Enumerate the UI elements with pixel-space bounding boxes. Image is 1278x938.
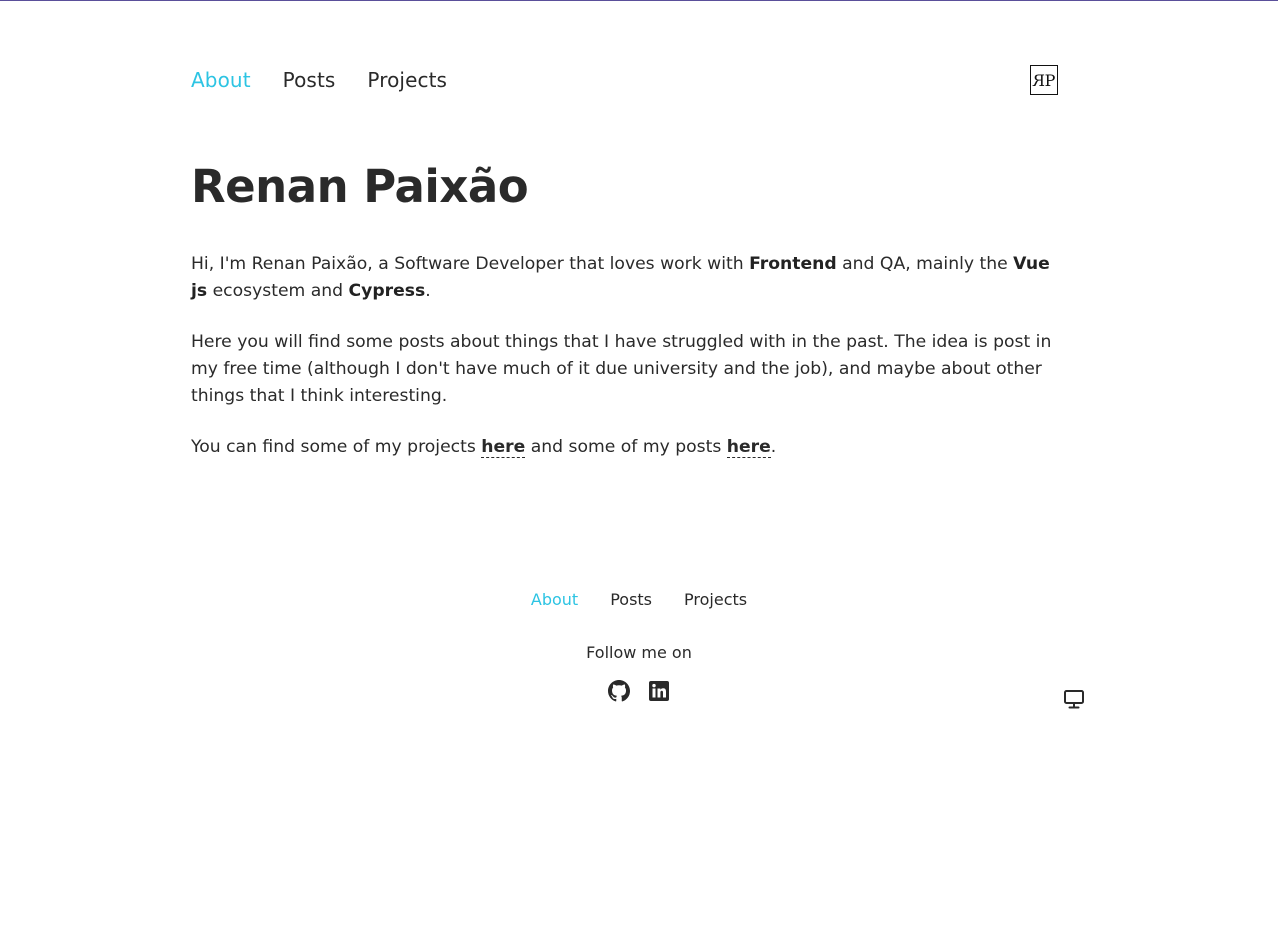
- nav-posts[interactable]: Posts: [283, 68, 336, 92]
- github-icon[interactable]: [608, 680, 630, 702]
- nav-projects[interactable]: Projects: [367, 68, 447, 92]
- links-text-3: .: [770, 437, 777, 457]
- posts-link[interactable]: here: [726, 437, 771, 458]
- site-header: About Posts Projects RP: [191, 62, 1058, 100]
- social-links: [0, 680, 1278, 702]
- top-border: [0, 0, 1278, 1]
- intro-text-1: Hi, I'm Renan Paixão, a Software Develop…: [191, 254, 750, 274]
- footer-nav-posts[interactable]: Posts: [610, 590, 652, 609]
- monitor-icon[interactable]: [1063, 688, 1085, 710]
- nav-about[interactable]: About: [191, 68, 251, 92]
- links-paragraph: You can find some of my projects here an…: [191, 434, 1071, 461]
- intro-text-4: .: [425, 281, 431, 301]
- links-text-2: and some of my posts: [525, 437, 727, 457]
- site-logo[interactable]: RP: [1030, 65, 1058, 95]
- footer-nav-about[interactable]: About: [531, 590, 578, 609]
- main-content: Renan Paixão Hi, I'm Renan Paixão, a Sof…: [191, 160, 1071, 485]
- intro-text-2: and QA, mainly the: [836, 254, 1014, 274]
- intro-paragraph: Hi, I'm Renan Paixão, a Software Develop…: [191, 251, 1071, 305]
- intro-bold-frontend: Frontend: [749, 254, 837, 274]
- footer-nav-projects[interactable]: Projects: [684, 590, 747, 609]
- projects-link[interactable]: here: [481, 437, 526, 458]
- logo-letter-r: R: [1036, 70, 1045, 90]
- footer-nav: About Posts Projects: [0, 590, 1278, 609]
- posts-paragraph: Here you will find some posts about thin…: [191, 332, 1052, 406]
- links-text-1: You can find some of my projects: [191, 437, 482, 457]
- linkedin-icon[interactable]: [648, 680, 670, 702]
- intro-bold-cypress: Cypress: [348, 281, 426, 301]
- intro-text-3: ecosystem and: [207, 281, 349, 301]
- main-nav: About Posts Projects: [191, 68, 479, 92]
- follow-text: Follow me on: [586, 643, 692, 662]
- logo-letter-p: P: [1044, 70, 1056, 90]
- page-title: Renan Paixão: [191, 160, 529, 213]
- site-footer: About Posts Projects Follow me on: [0, 590, 1278, 709]
